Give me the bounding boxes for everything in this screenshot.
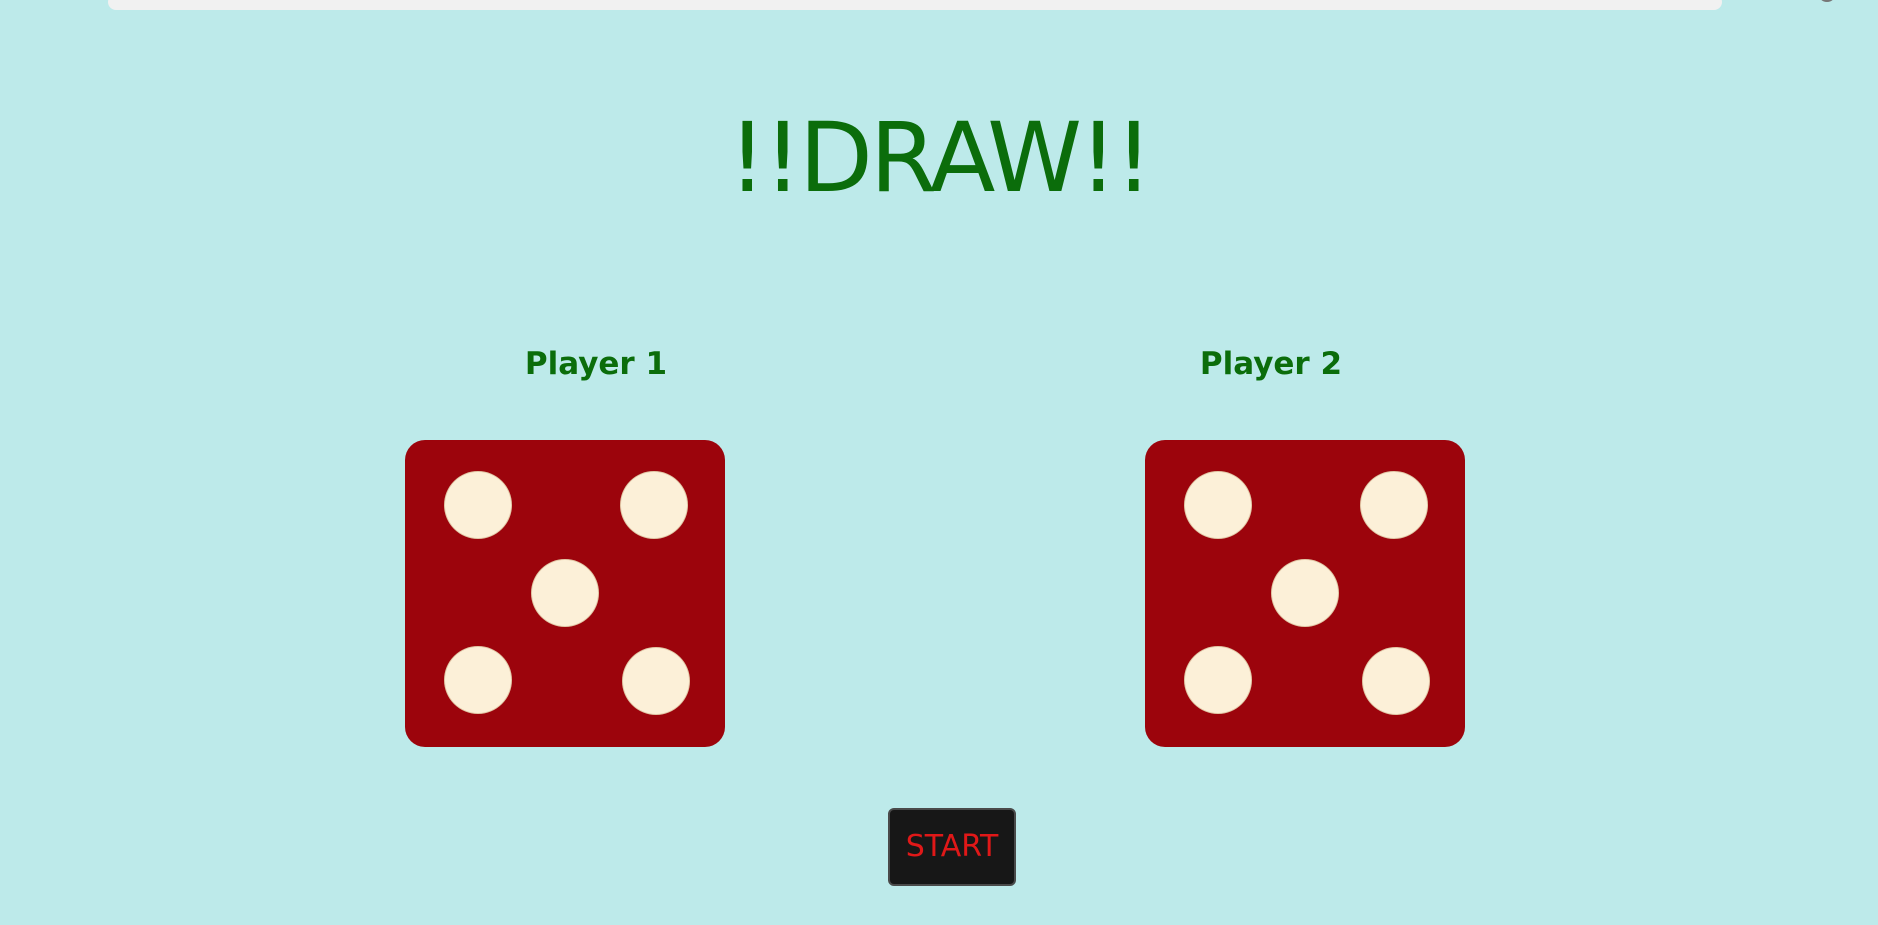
die-pip bbox=[1363, 648, 1429, 714]
start-button[interactable]: START bbox=[888, 808, 1016, 886]
die-pip bbox=[1185, 472, 1251, 538]
die-pip bbox=[1272, 560, 1338, 626]
result-title: !!DRAW!! bbox=[727, 102, 1153, 214]
die-pip bbox=[623, 648, 689, 714]
die-pip bbox=[621, 472, 687, 538]
player-2-label: Player 2 bbox=[1199, 346, 1343, 382]
die-pip bbox=[1185, 647, 1251, 713]
address-bar-edge[interactable] bbox=[108, 0, 1722, 10]
browser-top-strip bbox=[0, 0, 1878, 14]
profile-icon[interactable] bbox=[1818, 0, 1836, 2]
player-1-label: Player 1 bbox=[524, 346, 668, 382]
player-2-die bbox=[1145, 440, 1465, 747]
die-pip bbox=[532, 560, 598, 626]
player-1-die bbox=[405, 440, 725, 747]
die-pip bbox=[445, 472, 511, 538]
die-pip bbox=[445, 647, 511, 713]
die-pip bbox=[1361, 472, 1427, 538]
